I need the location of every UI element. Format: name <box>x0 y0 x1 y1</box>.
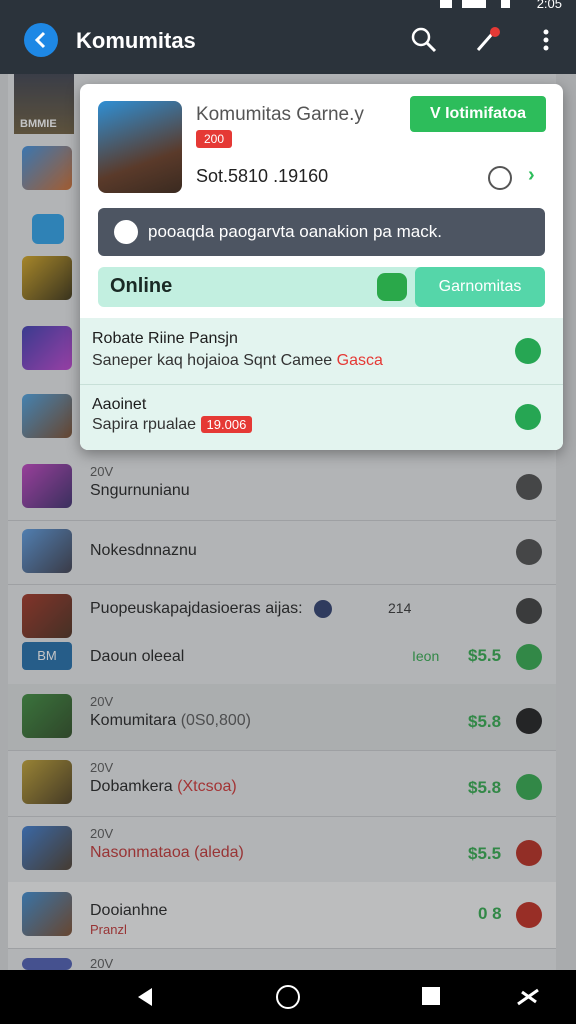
list-item[interactable]: 20V Sngurnunianu <box>8 454 556 521</box>
check-icon[interactable] <box>516 644 542 670</box>
item-title: Komumitara (0S0,800) <box>90 712 251 729</box>
game-thumbnail[interactable] <box>22 394 72 438</box>
community-button[interactable]: Garnomitas <box>415 267 545 307</box>
game-thumbnail[interactable] <box>22 146 72 190</box>
game-thumbnail <box>22 594 72 638</box>
price: 0 8 <box>478 904 502 923</box>
game-thumbnail[interactable] <box>22 256 72 300</box>
item-title: Nokesdnnaznu <box>90 542 197 559</box>
back-button[interactable] <box>24 23 58 57</box>
chevron-right-icon[interactable]: › <box>528 164 535 187</box>
check-icon[interactable] <box>515 404 541 430</box>
game-thumbnail <box>22 892 72 936</box>
system-nav-bar <box>0 970 576 1024</box>
item-title: Puopeuskapajdasioeras aijas: <box>90 600 303 617</box>
item-title: Daoun oleeal <box>90 648 185 665</box>
page-title: Komumitas <box>76 28 196 53</box>
check-icon[interactable] <box>516 539 542 565</box>
item-title: Nasonmataoa (aleda) <box>90 844 244 861</box>
game-thumbnail <box>22 694 72 738</box>
price: $5.5 <box>468 844 502 863</box>
game-thumbnail[interactable] <box>22 326 72 370</box>
list-item[interactable]: Nokesdnnaznu <box>8 520 556 585</box>
back-arrow-icon <box>34 31 46 49</box>
badge-icon[interactable] <box>516 840 542 866</box>
game-thumbnail <box>22 760 72 804</box>
check-icon[interactable] <box>516 474 542 500</box>
chat-icon[interactable] <box>32 214 64 244</box>
price: $5.5 <box>468 646 502 665</box>
app-bar: Komumitas <box>0 12 576 74</box>
coin-icon <box>314 600 332 618</box>
join-button[interactable]: V Iotimifatoa <box>410 96 546 132</box>
check-icon[interactable] <box>516 774 542 800</box>
nav-home-icon[interactable] <box>276 985 300 1009</box>
item-title: Dobamkera (Xtcsoa) <box>90 778 237 795</box>
status-item[interactable]: Aaoinet Sapira rpualae 19.006 <box>80 384 563 450</box>
status-items: Robate Riine Pansjn Saneper kaq hojaioa … <box>80 318 563 450</box>
game-thumbnail <box>22 529 72 573</box>
game-thumbnail <box>22 958 72 970</box>
screen-record-icon[interactable] <box>516 988 540 1006</box>
leaf-icon[interactable] <box>377 273 407 301</box>
game-thumbnail <box>22 826 72 870</box>
side-logo: BMMIE <box>14 74 74 134</box>
wifi-icon <box>440 0 452 8</box>
list-item[interactable]: 20V Nasonmataoa (aleda) $5.5 <box>8 816 556 883</box>
logo-icon <box>114 220 138 244</box>
more-options-icon[interactable] <box>532 26 560 54</box>
online-bar: Online Garnomitas <box>98 267 545 307</box>
notice-banner[interactable]: pooaqda paogarvta oanakion pa mack. <box>98 208 545 256</box>
nav-recents-icon[interactable] <box>422 987 440 1005</box>
nav-back-icon[interactable] <box>134 986 156 1008</box>
game-name: Komumitas Garne.y <box>196 104 364 125</box>
badge-count: 200 <box>196 130 233 148</box>
pen-icon[interactable] <box>474 26 502 54</box>
item-title: Dooianhne <box>90 902 168 919</box>
info-icon[interactable] <box>516 598 542 624</box>
status-time: 2:05 <box>536 0 562 11</box>
game-thumbnail <box>22 464 72 508</box>
check-icon[interactable] <box>515 338 541 364</box>
badge-icon[interactable] <box>516 902 542 928</box>
game-stats: Sot.5810 .19160 <box>196 166 329 186</box>
search-icon[interactable] <box>410 26 438 54</box>
game-detail-card: Komumitas Garne.y 200 Sot.5810 .19160 › … <box>80 84 563 450</box>
status-bar: 2:05 <box>0 0 576 12</box>
badge-icon[interactable] <box>516 708 542 734</box>
item-title: Sngurnunianu <box>90 482 190 499</box>
online-label: Online <box>110 275 173 297</box>
status-item[interactable]: Robate Riine Pansjn Saneper kaq hojaioa … <box>80 318 563 385</box>
list-item[interactable]: Dooianhne Pranzl 0 8 <box>8 882 556 949</box>
list-item[interactable]: 20V <box>8 948 556 971</box>
price: $5.8 <box>468 712 502 731</box>
list-item[interactable]: 20V Komumitara (0S0,800) $5.8 <box>8 684 556 751</box>
list-item[interactable]: 20V Dobamkera (Xtcsoa) $5.8 <box>8 750 556 817</box>
signal-icon <box>462 0 486 8</box>
battery-icon <box>501 0 510 8</box>
info-icon[interactable] <box>488 166 512 190</box>
price: $5.8 <box>468 778 502 797</box>
game-cover-image <box>98 101 182 193</box>
list-item[interactable]: Puopeuskapajdasioeras aijas: 214 BM Daou… <box>8 584 556 685</box>
